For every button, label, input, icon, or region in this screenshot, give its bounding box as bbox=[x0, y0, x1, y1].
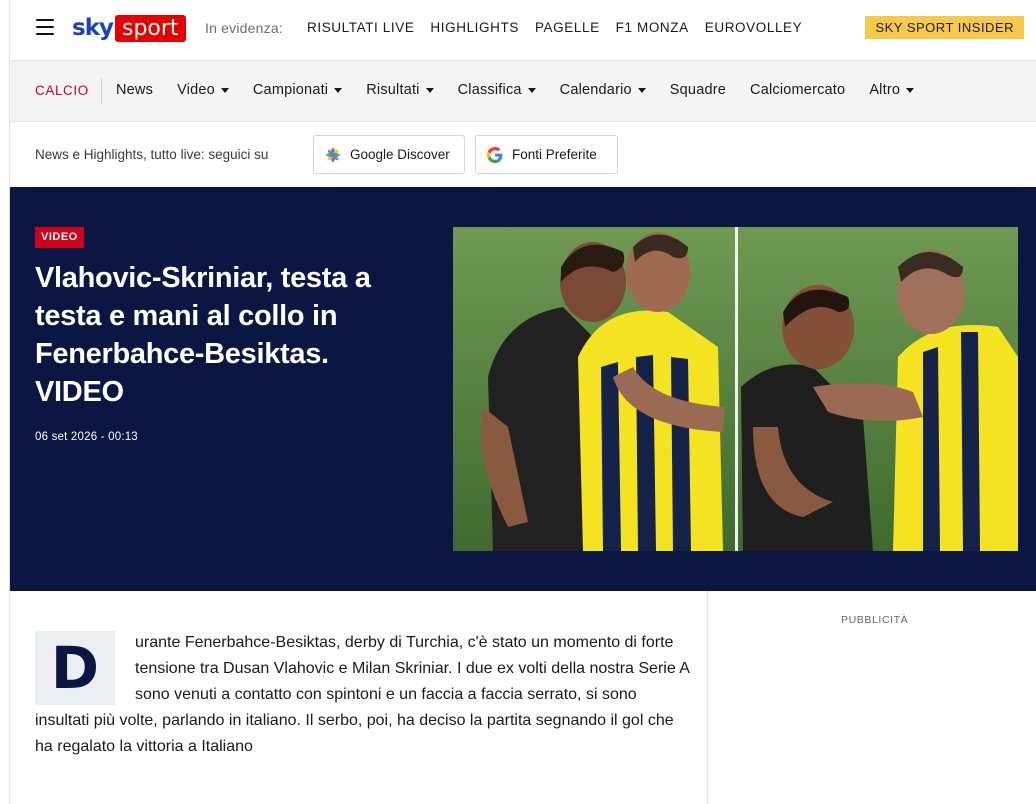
nav-item-news[interactable]: News bbox=[116, 82, 153, 98]
evidenza-link-pagelle[interactable]: PAGELLE bbox=[535, 20, 600, 35]
nav-item-video[interactable]: Video bbox=[177, 82, 229, 98]
video-badge: VIDEO bbox=[35, 227, 84, 248]
chevron-down-icon bbox=[637, 87, 646, 93]
fonti-preferite-button[interactable]: Fonti Preferite bbox=[475, 135, 618, 174]
article-headline: Vlahovic-Skriniar, testa a testa e mani … bbox=[35, 262, 371, 408]
chevron-down-icon bbox=[334, 87, 343, 93]
article-date: 06 set 2026 - 00:13 bbox=[35, 431, 138, 443]
nav-item-calendario[interactable]: Calendario bbox=[560, 82, 646, 98]
menu-icon[interactable] bbox=[36, 19, 54, 35]
nav-item-classifica[interactable]: Classifica bbox=[458, 82, 536, 98]
article-paragraph: urante Fenerbahce-Besiktas, derby di Tur… bbox=[35, 630, 695, 760]
google-discover-label: Google Discover bbox=[350, 147, 450, 162]
follow-text: News e Highlights, tutto live: seguici s… bbox=[35, 147, 269, 162]
logo-sky-text: sky bbox=[72, 15, 114, 41]
section-divider bbox=[101, 78, 102, 104]
evidenza-label: In evidenza: bbox=[205, 20, 283, 36]
google-g-icon bbox=[487, 146, 503, 163]
evidenza-link-risultati-live[interactable]: RISULTATI LIVE bbox=[307, 20, 414, 35]
google-discover-icon bbox=[326, 147, 340, 162]
sky-sport-insider-button[interactable]: SKY SPORT INSIDER bbox=[865, 16, 1024, 39]
chevron-down-icon bbox=[425, 87, 434, 93]
chevron-down-icon bbox=[906, 87, 915, 93]
nav-item-label: Altro bbox=[869, 82, 901, 98]
section-title[interactable]: CALCIO bbox=[35, 83, 89, 98]
nav-item-label: Classifica bbox=[457, 82, 522, 98]
nav-item-label: Calendario bbox=[559, 82, 632, 98]
players-image bbox=[453, 227, 1018, 551]
fonti-preferite-label: Fonti Preferite bbox=[512, 147, 597, 162]
top-bar: sky sport In evidenza: RISULTATI LIVE HI… bbox=[10, 0, 1036, 61]
evidenza-link-eurovolley[interactable]: EUROVOLLEY bbox=[705, 20, 803, 35]
chevron-down-icon bbox=[220, 87, 229, 93]
section-nav-list: News Video Campionati Risultati Classifi… bbox=[116, 82, 938, 98]
video-thumbnail[interactable] bbox=[453, 227, 1018, 551]
follow-bar: News e Highlights, tutto live: seguici s… bbox=[10, 122, 1036, 187]
nav-item-label: Risultati bbox=[366, 82, 420, 98]
advertising-label: PUBBLICITÀ bbox=[841, 614, 909, 626]
nav-item-risultati[interactable]: Risultati bbox=[366, 82, 434, 98]
article-body: D urante Fenerbahce-Besiktas, derby di T… bbox=[10, 591, 708, 804]
section-nav: CALCIO News Video Campionati Risultati C… bbox=[10, 61, 1036, 122]
nav-item-squadre[interactable]: Squadre bbox=[670, 82, 726, 98]
nav-item-altro[interactable]: Altro bbox=[869, 82, 915, 98]
sky-sport-logo[interactable]: sky sport bbox=[72, 14, 186, 42]
evidenza-links: RISULTATI LIVE HIGHLIGHTS PAGELLE F1 MON… bbox=[307, 20, 818, 35]
google-discover-button[interactable]: Google Discover bbox=[313, 135, 465, 174]
nav-item-label: Video bbox=[177, 82, 215, 98]
nav-item-campionati[interactable]: Campionati bbox=[252, 82, 343, 98]
nav-item-label: Campionati bbox=[252, 82, 329, 98]
page: sky sport In evidenza: RISULTATI LIVE HI… bbox=[9, 0, 1036, 804]
chevron-down-icon bbox=[527, 87, 536, 93]
evidenza-link-highlights[interactable]: HIGHLIGHTS bbox=[430, 20, 519, 35]
logo-sport-text: sport bbox=[114, 14, 186, 42]
nav-item-calciomercato[interactable]: Calciomercato bbox=[750, 82, 845, 98]
nav-item-label: News bbox=[116, 82, 154, 98]
nav-item-label: Squadre bbox=[669, 82, 727, 98]
nav-item-label: Calciomercato bbox=[750, 82, 846, 98]
hero-section: VIDEO Vlahovic-Skriniar, testa a testa e… bbox=[10, 187, 1036, 591]
evidenza-link-f1-monza[interactable]: F1 MONZA bbox=[616, 20, 689, 35]
